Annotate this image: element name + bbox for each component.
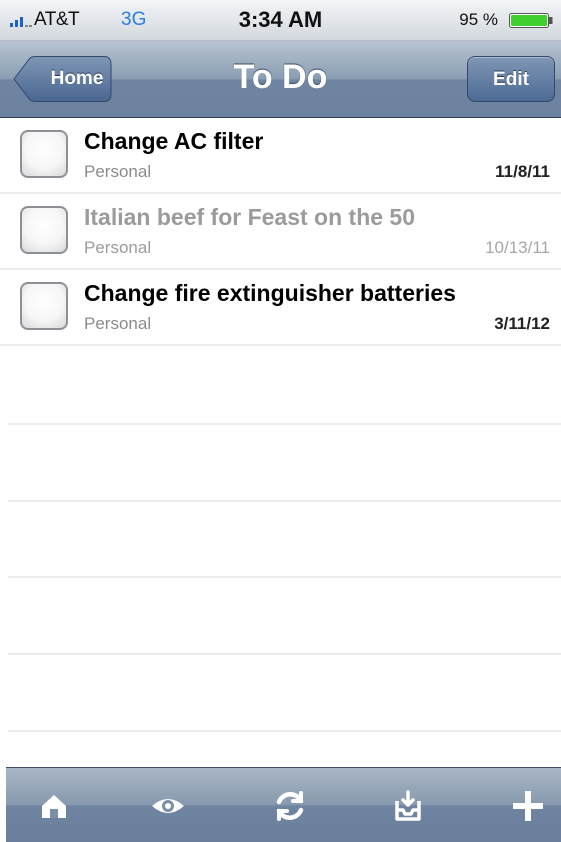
task-checkbox[interactable]	[20, 282, 68, 330]
task-date: 3/11/12	[494, 314, 550, 333]
task-title: Change fire extinguisher batteries	[84, 280, 456, 306]
navigation-bar: Home To Do Edit	[0, 41, 561, 118]
task-row[interactable]: Italian beef for Feast on the 50 Persona…	[0, 194, 561, 270]
battery-percent: 95 %	[459, 10, 498, 29]
status-bar: AT&T 3G 3:34 AM 95 %	[0, 0, 561, 41]
task-category: Personal	[84, 162, 152, 181]
bottom-toolbar	[6, 767, 561, 842]
task-checkbox[interactable]	[20, 206, 68, 254]
task-category: Personal	[84, 238, 152, 257]
plus-icon[interactable]	[508, 786, 548, 826]
sync-icon[interactable]	[270, 786, 310, 826]
task-date: 11/8/11	[495, 162, 550, 181]
task-title: Change AC filter	[84, 128, 264, 154]
home-icon[interactable]	[34, 786, 74, 826]
task-title: Italian beef for Feast on the 50	[84, 204, 416, 230]
empty-row-divider	[8, 576, 561, 578]
empty-row-divider	[8, 653, 561, 655]
task-checkbox[interactable]	[20, 130, 68, 178]
task-date: 10/13/11	[485, 238, 550, 257]
eye-icon[interactable]	[148, 786, 188, 826]
empty-row-divider	[8, 730, 561, 732]
empty-row-divider	[8, 500, 561, 502]
inbox-icon[interactable]	[388, 786, 428, 826]
task-row[interactable]: Change AC filter Personal 11/8/11	[0, 118, 561, 194]
battery-icon	[509, 13, 553, 28]
empty-row-divider	[8, 423, 561, 425]
edit-button[interactable]: Edit	[467, 56, 555, 102]
task-row[interactable]: Change fire extinguisher batteries Perso…	[0, 270, 561, 346]
task-category: Personal	[84, 314, 152, 333]
task-list: Change AC filter Personal 11/8/11 Italia…	[0, 118, 561, 346]
